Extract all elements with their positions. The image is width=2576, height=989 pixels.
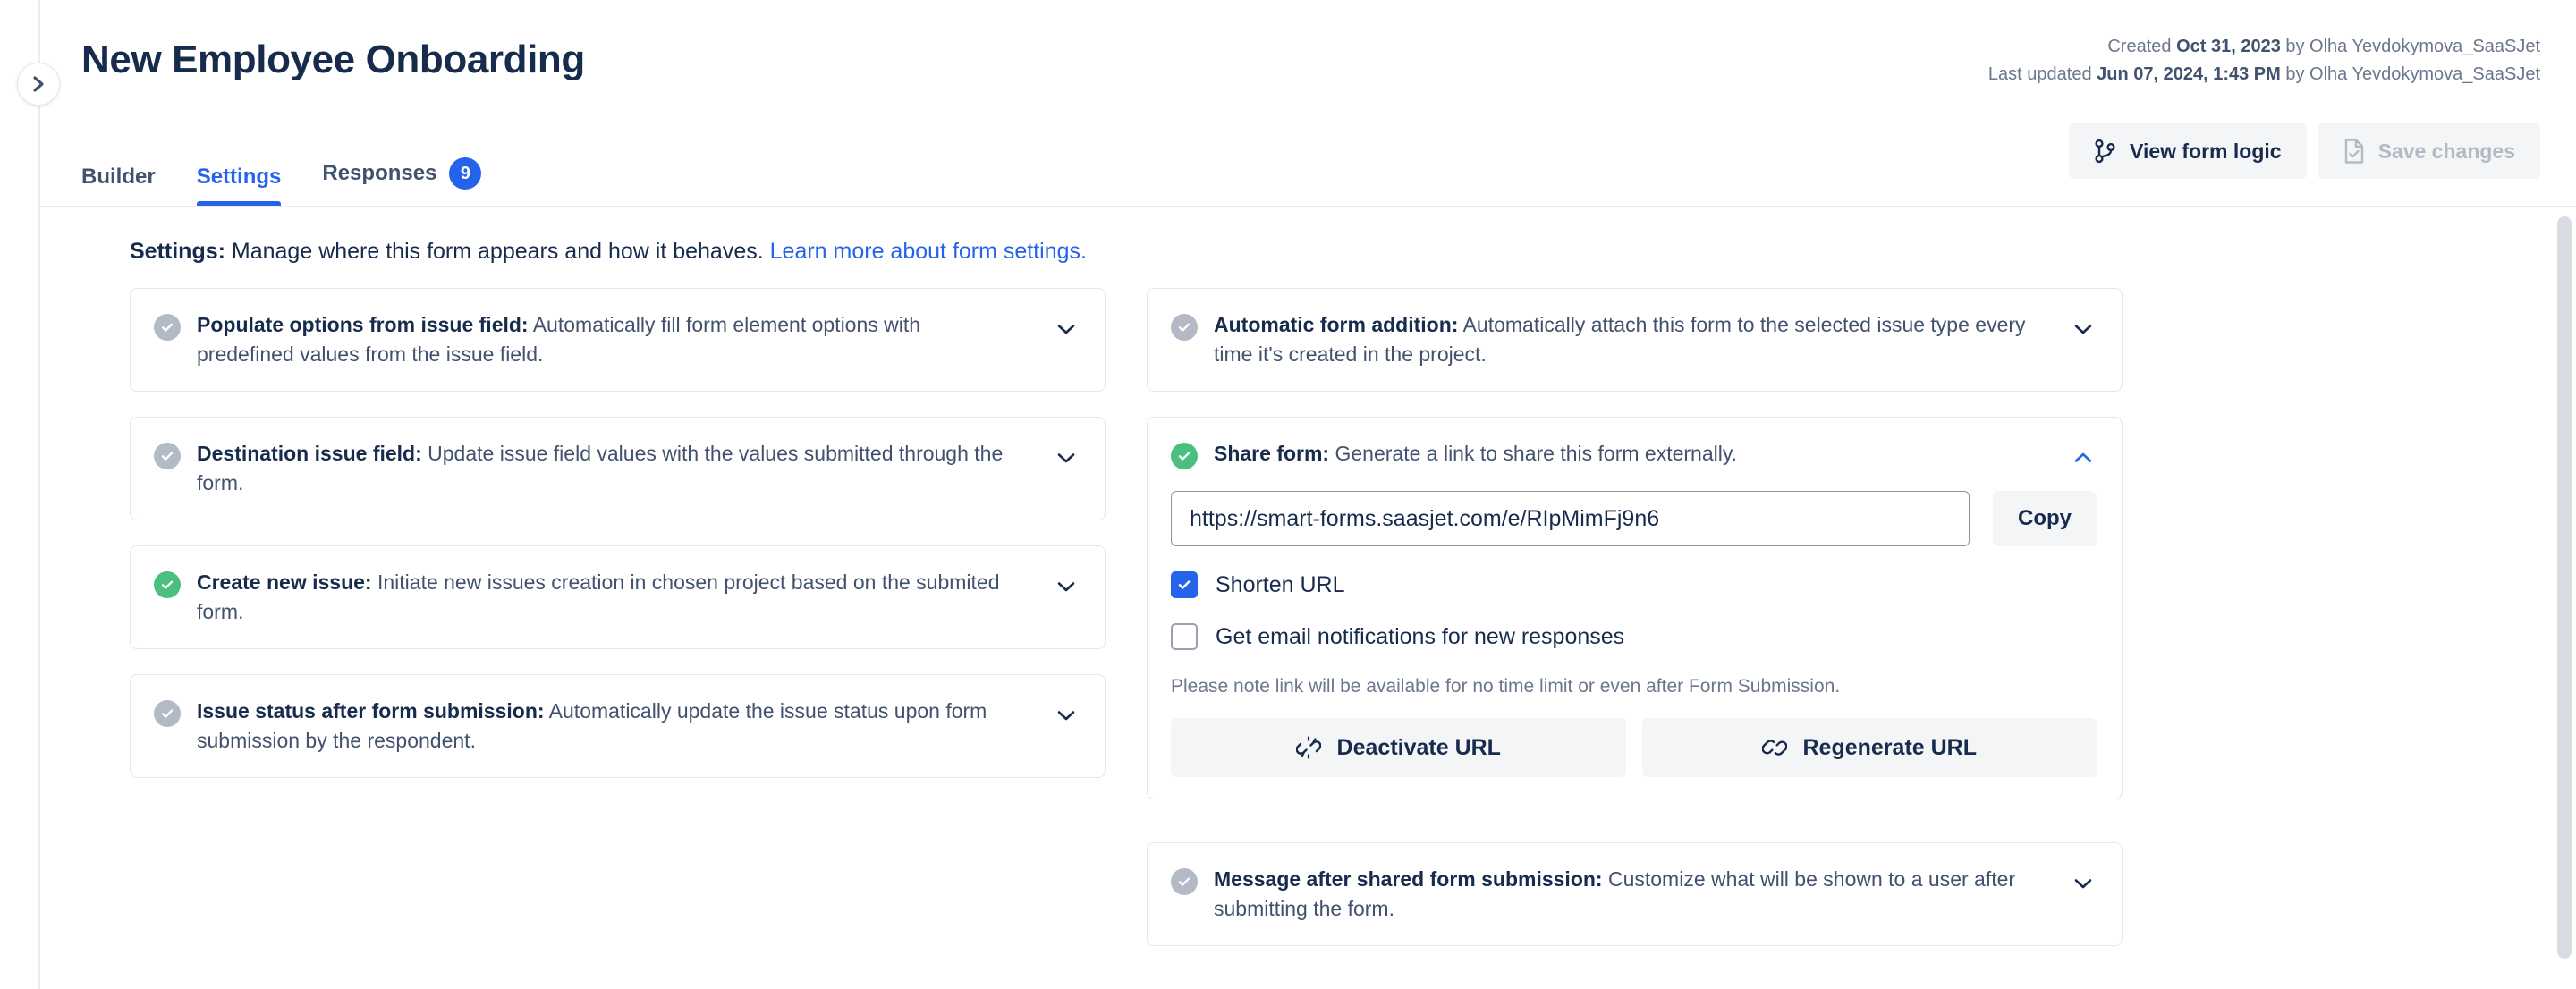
- settings-left-column: Populate options from issue field: Autom…: [130, 288, 1106, 946]
- chevron-down-icon[interactable]: [1053, 444, 1080, 471]
- app-root: New Employee Onboarding Created Oct 31, …: [0, 0, 2576, 989]
- card-text: Create new issue: Initiate new issues cr…: [197, 568, 1037, 627]
- chevron-up-icon[interactable]: [2070, 444, 2097, 471]
- sidebar-expand-button[interactable]: [17, 63, 60, 106]
- regenerate-url-button[interactable]: Regenerate URL: [1641, 718, 2097, 777]
- card-text: Automatic form addition: Automatically a…: [1214, 310, 2054, 369]
- deactivate-url-label: Deactivate URL: [1336, 734, 1501, 760]
- card-title: Automatic form addition:: [1214, 313, 1459, 336]
- deactivate-url-button[interactable]: Deactivate URL: [1171, 718, 1626, 777]
- document-check-icon: [2343, 138, 2366, 165]
- card-text: Issue status after form submission: Auto…: [197, 697, 1037, 756]
- chevron-down-icon[interactable]: [1053, 316, 1080, 342]
- card-title: Destination issue field:: [197, 442, 422, 465]
- chevron-right-icon: [30, 74, 47, 94]
- share-url-actions: Deactivate URL Regenerate URL: [1171, 718, 2097, 777]
- form-meta: Created Oct 31, 2023 by Olha Yevdokymova…: [1988, 33, 2540, 89]
- card-text: Share form: Generate a link to share thi…: [1214, 439, 2054, 469]
- card-share-form: Share form: Generate a link to share thi…: [1147, 417, 2123, 799]
- created-date: Oct 31, 2023: [2176, 37, 2281, 56]
- tab-responses-label: Responses: [322, 161, 437, 185]
- chevron-down-icon[interactable]: [1053, 573, 1080, 600]
- share-form-body: Copy Shorten URL Get email notifications…: [1171, 491, 2097, 777]
- tab-settings-label: Settings: [196, 165, 282, 189]
- page-title: New Employee Onboarding: [81, 38, 585, 81]
- card-description: Generate a link to share this form exter…: [1329, 442, 1738, 465]
- settings-right-column: Automatic form addition: Automatically a…: [1147, 288, 2123, 946]
- card-create-new-issue[interactable]: Create new issue: Initiate new issues cr…: [130, 545, 1106, 649]
- regenerate-url-label: Regenerate URL: [1802, 734, 1978, 760]
- shorten-url-row[interactable]: Shorten URL: [1171, 571, 2097, 598]
- view-form-logic-button[interactable]: View form logic: [2069, 123, 2307, 179]
- status-check-icon: [154, 443, 181, 469]
- header-actions: View form logic Save changes: [2069, 123, 2540, 179]
- card-text: Message after shared form submission: Cu…: [1214, 865, 2054, 924]
- save-changes-button[interactable]: Save changes: [2317, 123, 2540, 179]
- shorten-url-checkbox[interactable]: [1171, 571, 1198, 598]
- share-link-note: Please note link will be available for n…: [1171, 676, 1841, 697]
- learn-more-link[interactable]: Learn more about form settings.: [770, 239, 1087, 264]
- status-check-icon: [154, 571, 181, 598]
- tab-responses[interactable]: Responses 9: [308, 157, 496, 206]
- view-form-logic-label: View form logic: [2130, 139, 2282, 163]
- tab-builder-label: Builder: [81, 165, 156, 189]
- share-url-input[interactable]: [1171, 491, 1970, 546]
- form-logic-branch-icon: [2094, 139, 2117, 164]
- status-check-icon: [1171, 443, 1198, 469]
- card-title: Message after shared form submission:: [1214, 867, 1603, 891]
- status-check-icon: [1171, 868, 1198, 895]
- link-icon: [1761, 735, 1787, 760]
- updated-meta: Last updated Jun 07, 2024, 1:43 PM by Ol…: [1987, 64, 2540, 84]
- status-check-icon: [154, 314, 181, 341]
- responses-count-badge: 9: [449, 157, 482, 190]
- email-notifications-row[interactable]: Get email notifications for new response…: [1171, 623, 2097, 650]
- card-issue-status-after-form-submission[interactable]: Issue status after form submission: Auto…: [130, 674, 1106, 778]
- status-check-icon: [1171, 314, 1198, 341]
- settings-columns: Populate options from issue field: Autom…: [130, 288, 2123, 946]
- copy-url-button[interactable]: Copy: [1993, 491, 2097, 546]
- settings-intro: Settings: Manage where this form appears…: [130, 237, 1087, 266]
- card-title: Populate options from issue field:: [197, 313, 529, 336]
- share-url-row: Copy: [1171, 491, 2097, 546]
- tab-bar: Builder Settings Responses 9: [81, 157, 508, 206]
- save-changes-label: Save changes: [2377, 139, 2515, 163]
- broken-link-icon: [1295, 735, 1321, 760]
- card-text: Destination issue field: Update issue fi…: [197, 439, 1037, 498]
- updated-date: Jun 07, 2024, 1:43 PM: [2097, 64, 2281, 84]
- status-check-icon: [154, 700, 181, 727]
- settings-intro-label: Settings:: [130, 239, 225, 264]
- left-rail: [0, 0, 39, 989]
- card-destination-issue-field[interactable]: Destination issue field: Update issue fi…: [130, 417, 1106, 520]
- card-text: Populate options from issue field: Autom…: [197, 310, 1037, 369]
- settings-intro-text: Manage where this form appears and how i…: [225, 239, 770, 264]
- card-populate-options-from-issue-field[interactable]: Populate options from issue field: Autom…: [130, 288, 1106, 392]
- page-header: New Employee Onboarding Created Oct 31, …: [40, 0, 2576, 207]
- chevron-down-icon[interactable]: [2070, 316, 2097, 342]
- created-meta: Created Oct 31, 2023 by Olha Yevdokymova…: [2107, 37, 2540, 56]
- card-title: Issue status after form submission:: [197, 699, 545, 723]
- tab-builder[interactable]: Builder: [67, 165, 170, 206]
- settings-panel: Settings: Manage where this form appears…: [40, 207, 2576, 989]
- shorten-url-label[interactable]: Shorten URL: [1216, 572, 1345, 598]
- tab-settings[interactable]: Settings: [182, 165, 296, 206]
- vertical-scrollbar-thumb[interactable]: [2557, 216, 2572, 959]
- email-notifications-checkbox[interactable]: [1171, 623, 1198, 650]
- email-notifications-label[interactable]: Get email notifications for new response…: [1216, 624, 1624, 650]
- card-message-after-shared-form-submission[interactable]: Message after shared form submission: Cu…: [1147, 842, 2123, 946]
- chevron-down-icon[interactable]: [1053, 702, 1080, 729]
- card-automatic-form-addition[interactable]: Automatic form addition: Automatically a…: [1147, 288, 2123, 392]
- card-title: Share form:: [1214, 442, 1330, 465]
- card-title: Create new issue:: [197, 571, 372, 594]
- chevron-down-icon[interactable]: [2070, 870, 2097, 897]
